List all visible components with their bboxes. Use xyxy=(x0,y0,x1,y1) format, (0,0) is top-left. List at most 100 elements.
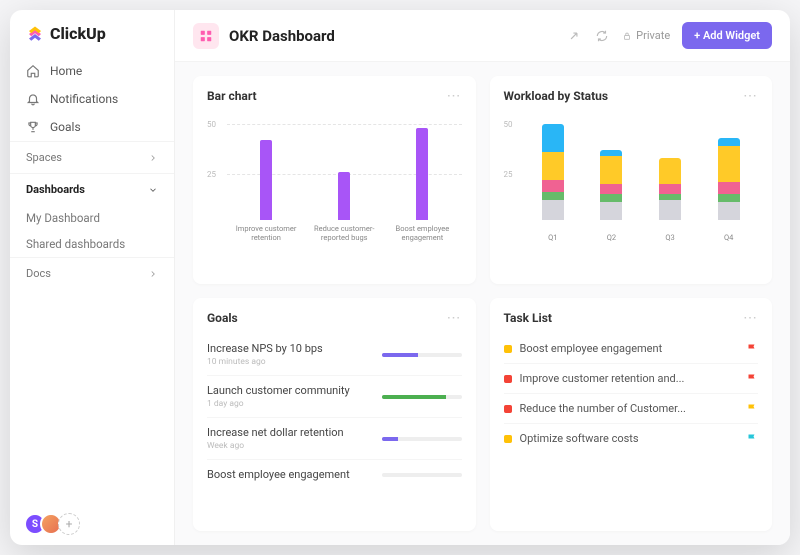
stacked-bar xyxy=(659,158,681,220)
progress-bar xyxy=(382,437,462,441)
bars-container xyxy=(227,120,462,220)
status-dot-icon xyxy=(504,405,512,413)
x-labels: Q1 Q2 Q3 Q4 xyxy=(524,233,759,242)
nav-label: Goals xyxy=(50,120,81,134)
bar-segment xyxy=(718,146,740,182)
add-user-button[interactable]: + xyxy=(58,513,80,535)
nav-goals[interactable]: Goals xyxy=(10,113,174,141)
x-tick-label: Q3 xyxy=(650,233,690,242)
nav-label: Notifications xyxy=(50,92,118,106)
x-labels: Improve customer retentionReduce custome… xyxy=(227,224,462,242)
bar-segment xyxy=(718,202,740,220)
progress-bar xyxy=(382,473,462,477)
goal-row[interactable]: Launch customer community 1 day ago xyxy=(207,376,462,418)
goal-time: 10 minutes ago xyxy=(207,357,372,367)
goal-time: Week ago xyxy=(207,441,372,451)
card-tasks: Task List ⋯ Boost employee engagement Im… xyxy=(490,298,773,531)
bar-segment xyxy=(542,180,564,192)
section-label: Docs xyxy=(26,267,51,280)
card-more-icon[interactable]: ⋯ xyxy=(447,88,462,104)
goal-text: Increase NPS by 10 bps 10 minutes ago xyxy=(207,342,372,367)
progress-bar xyxy=(382,353,462,357)
bar-segment xyxy=(542,124,564,152)
bar xyxy=(338,172,350,220)
progress-fill xyxy=(382,353,418,357)
x-tick-label: Improve customer retention xyxy=(231,224,301,242)
header: OKR Dashboard Private + Add Widget xyxy=(175,10,790,62)
app-window: ClickUp Home Notifications Goals Spaces … xyxy=(10,10,790,545)
x-tick-label: Q2 xyxy=(591,233,631,242)
goal-text: Boost employee engagement xyxy=(207,468,372,481)
chevron-down-icon xyxy=(148,185,158,195)
sidebar-sub-my-dashboard[interactable]: My Dashboard xyxy=(10,205,174,231)
progress-fill xyxy=(382,395,446,399)
nav-notifications[interactable]: Notifications xyxy=(10,85,174,113)
bar xyxy=(260,140,272,220)
chevron-right-icon xyxy=(148,269,158,279)
bar-segment xyxy=(659,184,681,194)
goal-row[interactable]: Increase NPS by 10 bps 10 minutes ago xyxy=(207,334,462,376)
x-tick-label: Q1 xyxy=(533,233,573,242)
y-tick-label: 25 xyxy=(504,170,513,179)
bar-segment xyxy=(718,194,740,202)
workload-chart-plot: 2550Q1Q2Q3Q4 xyxy=(504,112,759,242)
section-docs[interactable]: Docs xyxy=(10,257,174,289)
main-panel: OKR Dashboard Private + Add Widget Bar c… xyxy=(175,10,790,545)
section-spaces[interactable]: Spaces xyxy=(10,141,174,173)
bell-icon xyxy=(26,92,40,106)
refresh-icon[interactable] xyxy=(594,28,610,44)
bar-segment xyxy=(542,192,564,200)
privacy-indicator[interactable]: Private xyxy=(622,29,670,42)
task-row[interactable]: Reduce the number of Customer... xyxy=(504,394,759,424)
goal-row[interactable]: Boost employee engagement xyxy=(207,460,462,489)
progress-bar xyxy=(382,395,462,399)
card-more-icon[interactable]: ⋯ xyxy=(447,310,462,326)
dashboard-app-icon xyxy=(193,23,219,49)
card-title: Bar chart xyxy=(207,89,257,103)
bar-segment xyxy=(600,156,622,184)
status-dot-icon xyxy=(504,345,512,353)
flag-icon xyxy=(746,343,758,355)
goals-list: Increase NPS by 10 bps 10 minutes ago La… xyxy=(207,334,462,489)
goal-text: Increase net dollar retention Week ago xyxy=(207,426,372,451)
card-title: Goals xyxy=(207,311,238,325)
card-title: Task List xyxy=(504,311,552,325)
flag-icon xyxy=(746,403,758,415)
task-name: Optimize software costs xyxy=(520,432,739,445)
stacked-bars-container xyxy=(524,120,759,220)
task-row[interactable]: Improve customer retention and... xyxy=(504,364,759,394)
bar-segment xyxy=(600,184,622,194)
card-more-icon[interactable]: ⋯ xyxy=(743,88,758,104)
stacked-bar xyxy=(718,138,740,220)
task-row[interactable]: Optimize software costs xyxy=(504,424,759,453)
goal-name: Increase net dollar retention xyxy=(207,426,372,439)
card-title: Workload by Status xyxy=(504,89,609,103)
bar-segment xyxy=(542,200,564,220)
privacy-label: Private xyxy=(636,29,670,42)
bar-segment xyxy=(600,194,622,202)
bar-segment xyxy=(659,200,681,220)
y-tick-label: 50 xyxy=(207,120,216,129)
bar-segment xyxy=(718,138,740,146)
brand-name: ClickUp xyxy=(50,24,106,43)
brand-logo[interactable]: ClickUp xyxy=(10,10,174,57)
card-workload: Workload by Status ⋯ 2550Q1Q2Q3Q4 xyxy=(490,76,773,284)
x-tick-label: Q4 xyxy=(709,233,749,242)
bar-segment xyxy=(542,152,564,180)
card-more-icon[interactable]: ⋯ xyxy=(743,310,758,326)
header-actions: Private + Add Widget xyxy=(566,22,772,49)
expand-icon[interactable] xyxy=(566,28,582,44)
task-name: Improve customer retention and... xyxy=(520,372,739,385)
task-row[interactable]: Boost employee engagement xyxy=(504,334,759,364)
status-dot-icon xyxy=(504,435,512,443)
progress-fill xyxy=(382,437,398,441)
goal-row[interactable]: Increase net dollar retention Week ago xyxy=(207,418,462,460)
flag-icon xyxy=(746,433,758,445)
add-widget-button[interactable]: + Add Widget xyxy=(682,22,772,49)
goal-name: Boost employee engagement xyxy=(207,468,372,481)
sidebar-sub-shared-dashboards[interactable]: Shared dashboards xyxy=(10,231,174,257)
nav-home[interactable]: Home xyxy=(10,57,174,85)
goal-name: Launch customer community xyxy=(207,384,372,397)
section-dashboards[interactable]: Dashboards xyxy=(10,173,174,205)
goal-time: 1 day ago xyxy=(207,399,372,409)
